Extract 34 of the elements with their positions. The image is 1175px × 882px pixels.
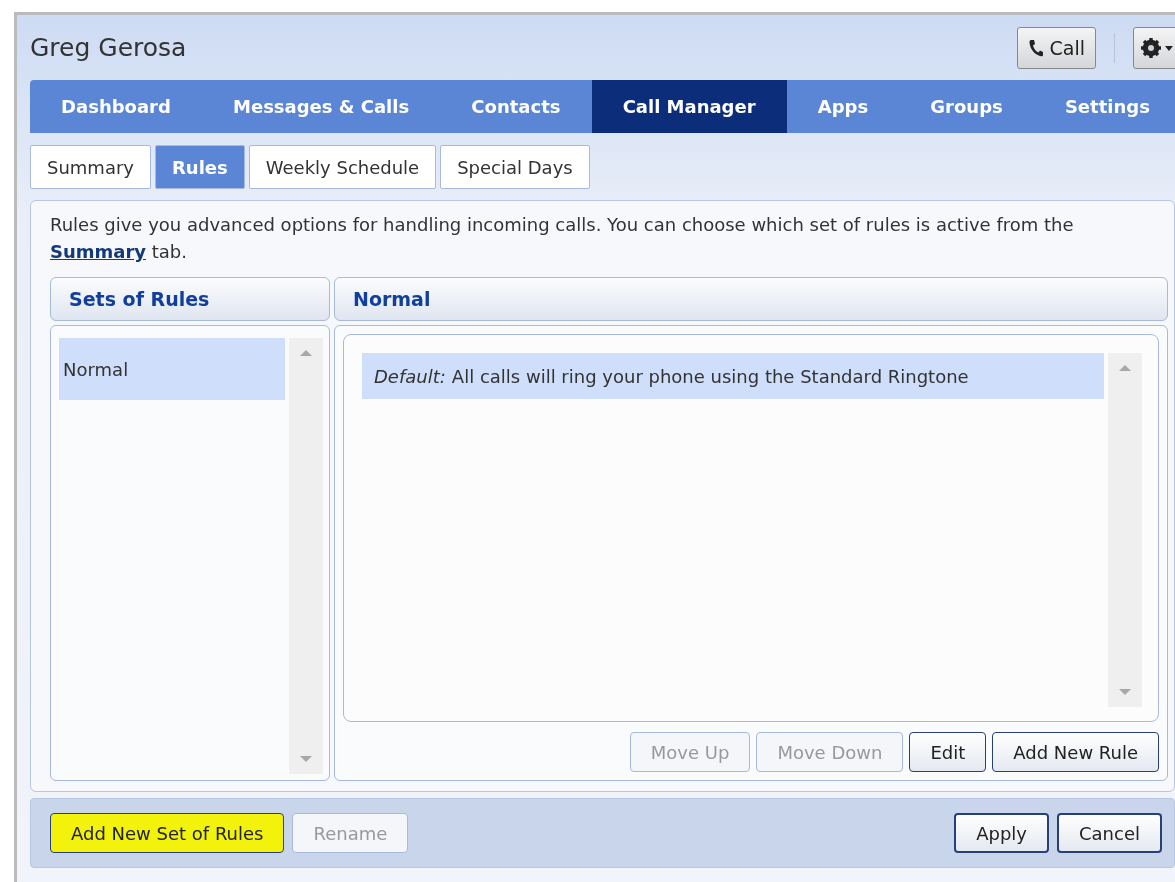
scroll-down-icon[interactable]: [299, 754, 313, 764]
settings-menu-button[interactable]: [1133, 26, 1175, 69]
call-button[interactable]: Call: [1016, 26, 1096, 69]
panel-header: Sets of Rules: [50, 277, 330, 321]
footer-button[interactable]: Add New Set of Rules: [50, 813, 285, 853]
nav-tab[interactable]: Groups: [899, 80, 1034, 133]
rule-action-button[interactable]: Add New Rule: [992, 732, 1159, 772]
nav-tab[interactable]: Settings: [1033, 80, 1175, 133]
sub-tab[interactable]: Summary: [30, 145, 151, 189]
summary-link[interactable]: Summary: [50, 241, 147, 262]
rule-item[interactable]: Default: All calls will ring your phone using the Standard Ringtone: [362, 353, 1104, 399]
phone-icon: [1027, 38, 1044, 57]
nav-tab[interactable]: Apps: [786, 80, 900, 133]
nav-tab[interactable]: Contacts: [440, 80, 592, 133]
sub-tab[interactable]: Special Days: [440, 145, 590, 189]
window-title: Greg Gerosa: [30, 33, 187, 62]
caret-icon: [1165, 45, 1173, 51]
nav-tab[interactable]: Messages & Calls: [201, 80, 441, 133]
scroll-up-icon[interactable]: [299, 348, 313, 358]
settings-icon: [1141, 37, 1161, 58]
intro-text: Rules give you advanced options for handling incoming calls. You can choose which set of rules is active from the Summary tab.: [50, 213, 1075, 264]
sub-tab[interactable]: Rules: [155, 145, 245, 189]
rule-action-button[interactable]: Edit: [909, 732, 987, 772]
scrollbar[interactable]: [1108, 353, 1142, 707]
footer-button[interactable]: Apply: [954, 813, 1049, 853]
sub-tab[interactable]: Weekly Schedule: [248, 145, 437, 189]
panel-header: Normal: [334, 277, 1168, 321]
nav-tab[interactable]: Call Manager: [591, 80, 787, 133]
scroll-down-icon[interactable]: [1118, 687, 1132, 697]
footer-button[interactable]: Cancel: [1057, 813, 1162, 853]
nav-tab[interactable]: Dashboard: [30, 80, 202, 133]
scrollbar[interactable]: [289, 338, 323, 774]
rule-set-item[interactable]: Normal: [59, 338, 285, 400]
scroll-up-icon[interactable]: [1118, 363, 1132, 373]
